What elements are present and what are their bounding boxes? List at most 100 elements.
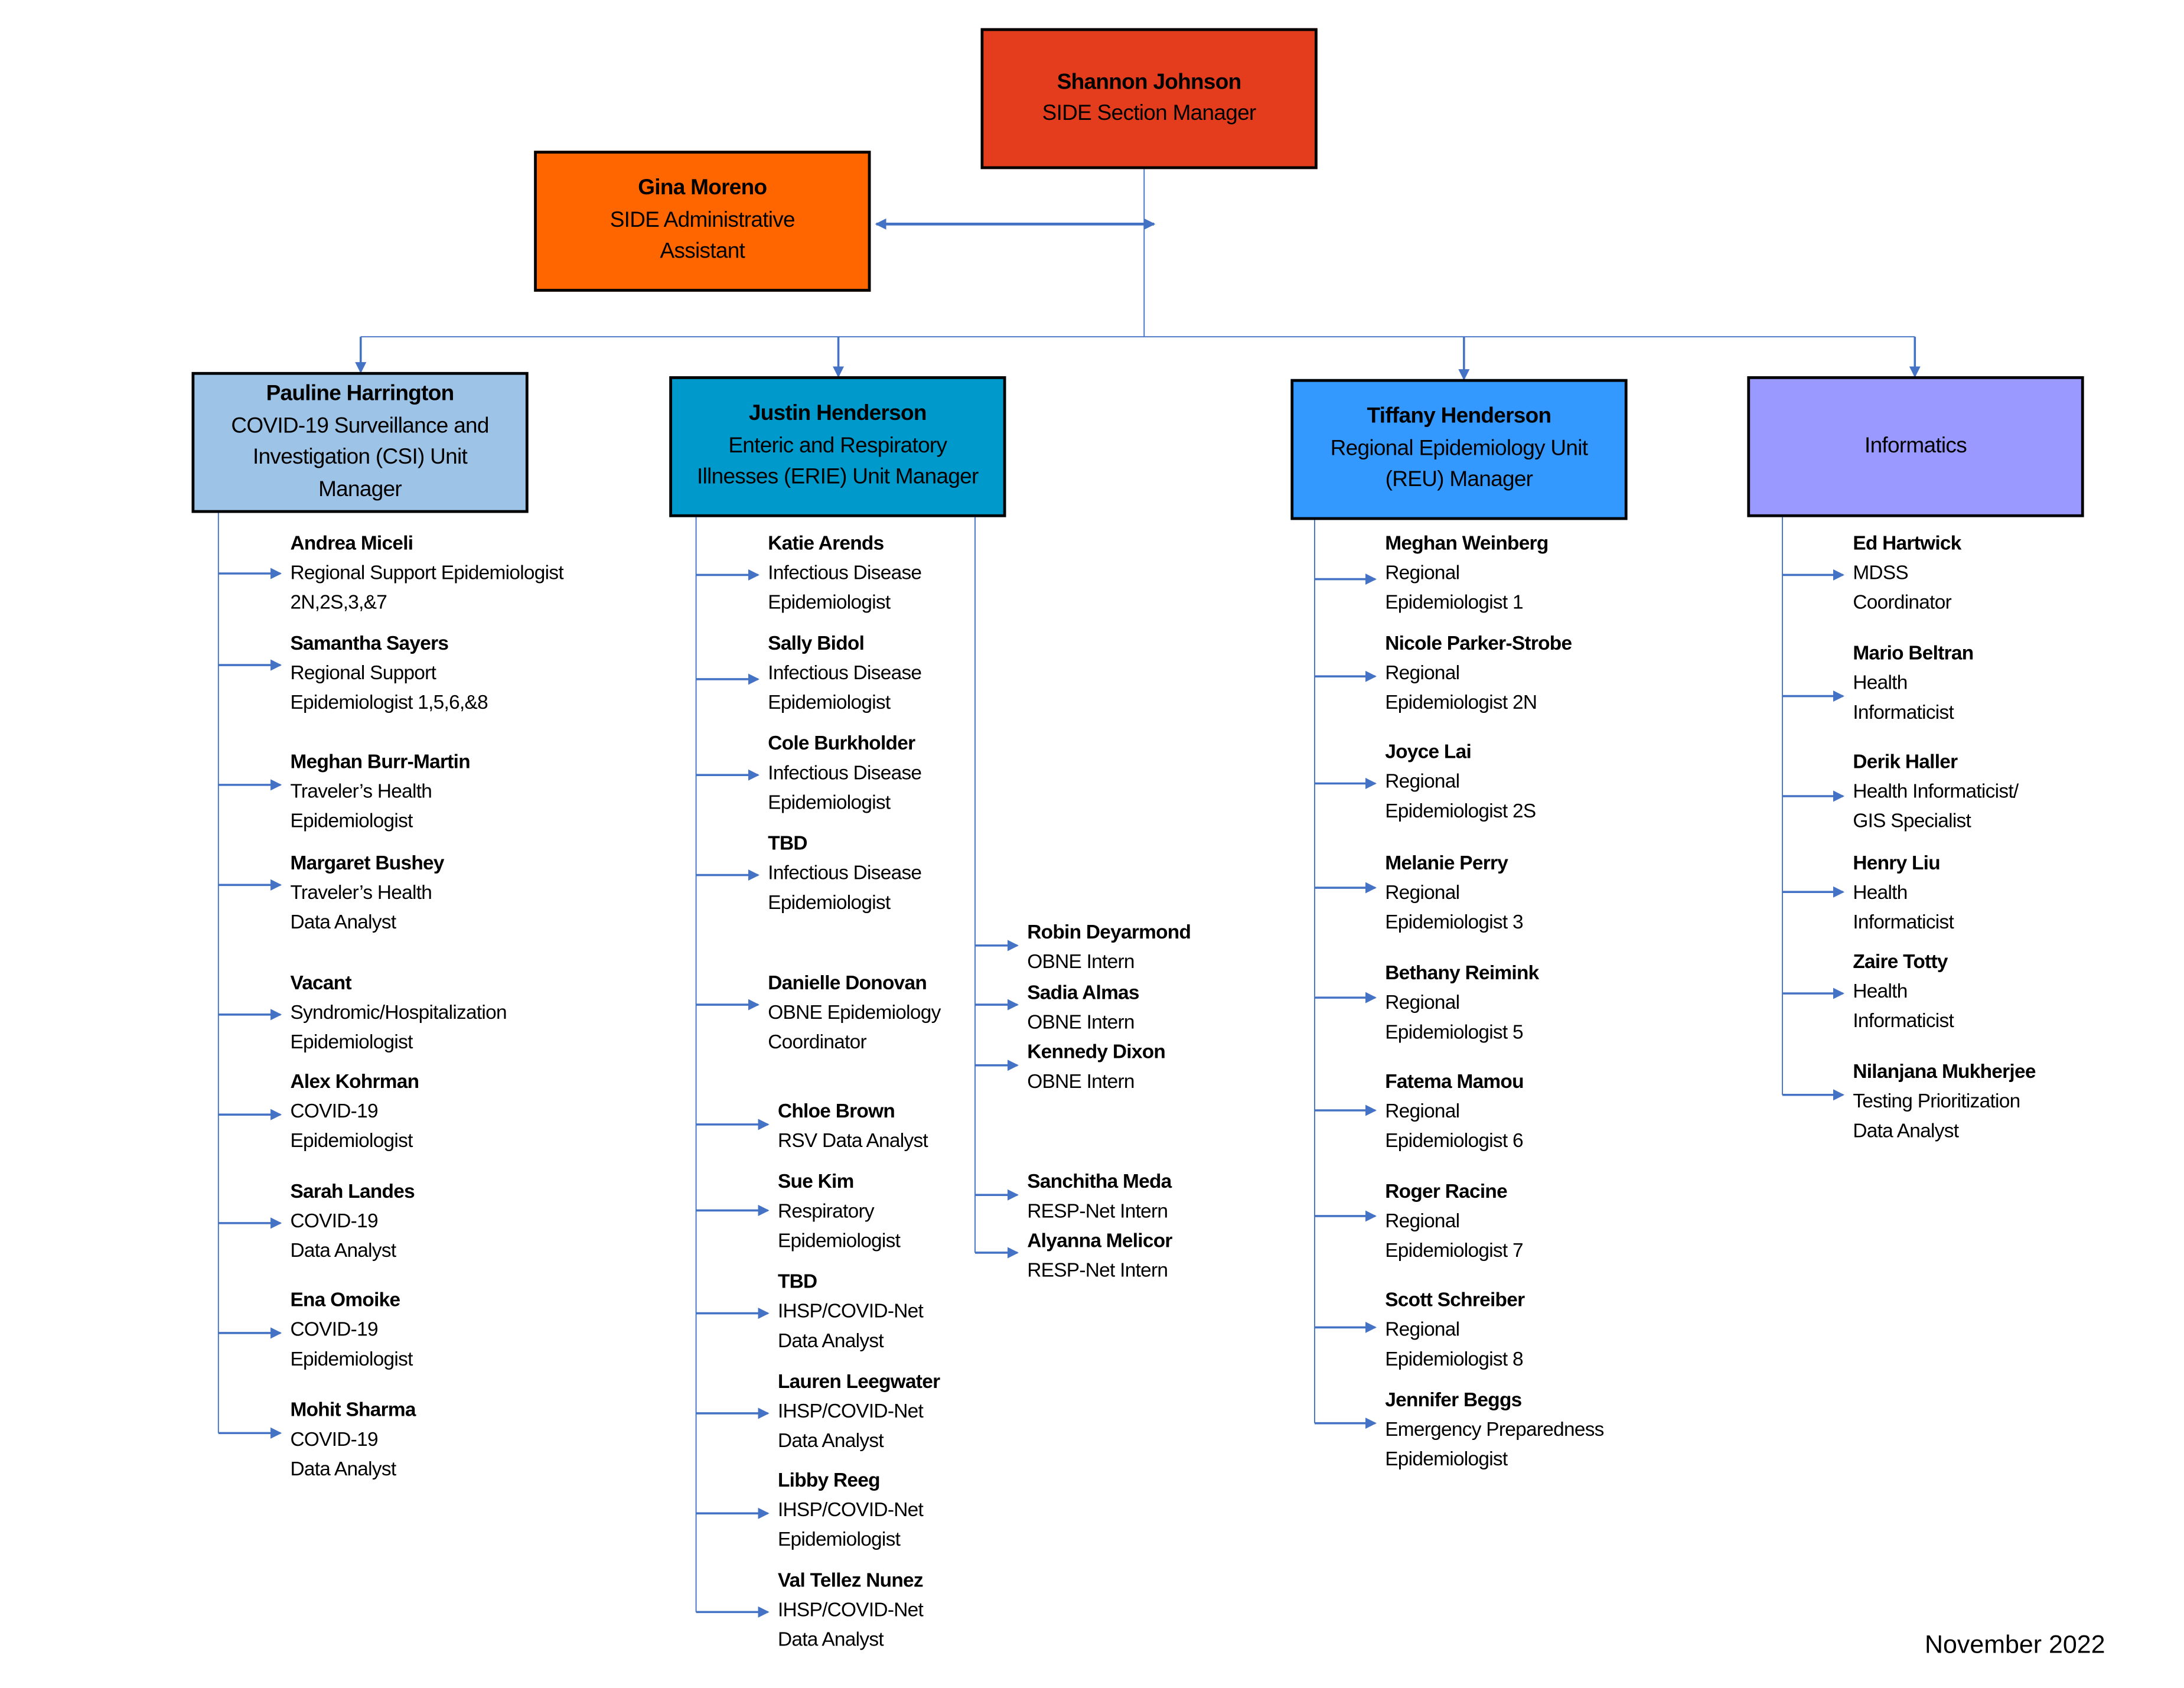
staff-title-line: Epidemiologist 7	[1385, 1239, 1523, 1262]
staff-title-line: Respiratory	[777, 1199, 875, 1222]
staff-title-line: Traveler’s Health	[290, 881, 432, 904]
staff-title-line: Informaticist	[1853, 700, 1954, 723]
staff-title-line: RESP-Net Intern	[1027, 1258, 1168, 1281]
staff-title-line: IHSP/COVID-Net	[777, 1299, 924, 1322]
staff-member: Alex Kohrman COVID-19 Epidemiologist	[290, 1067, 419, 1155]
staff-name: Sadia Almas	[1027, 980, 1139, 1003]
staff-member: Roger Racine Regional Epidemiologist 7	[1385, 1177, 1523, 1265]
staff-title-line: Regional	[1385, 561, 1460, 584]
staff-name: Sue Kim	[777, 1169, 854, 1192]
staff-title-line: Regional	[1385, 660, 1460, 684]
unit-title-line: COVID-19 Surveillance and	[231, 413, 489, 438]
staff-title-line: Emergency Preparedness	[1385, 1417, 1604, 1441]
staff-name: Cole Burkholder	[768, 731, 915, 754]
unit-manager-box: Pauline Harrington COVID-19 Surveillance …	[191, 372, 529, 513]
staff-title-line: Data Analyst	[777, 1429, 884, 1452]
assistant-name: Gina Moreno	[638, 176, 767, 201]
staff-title-line: MDSS	[1853, 561, 1908, 584]
manager-title: SIDE Section Manager	[1042, 101, 1257, 126]
staff-name: Sarah Landes	[290, 1179, 415, 1203]
staff-title-line: Epidemiologist	[290, 809, 413, 832]
staff-title-line: Data Analyst	[290, 1456, 396, 1480]
staff-name: Melanie Perry	[1385, 851, 1508, 874]
staff-title-line: Epidemiologist	[768, 890, 891, 913]
assistant-title-line: Assistant	[660, 240, 745, 264]
staff-name: Ed Hartwick	[1853, 531, 1961, 554]
staff-title-line: Epidemiologist 5	[1385, 1020, 1523, 1043]
staff-member: Fatema Mamou Regional Epidemiologist 6	[1385, 1067, 1524, 1155]
staff-title-line: Infectious Disease	[768, 561, 922, 584]
staff-member: Cole Burkholder Infectious Disease Epidemi…	[768, 728, 922, 817]
staff-title-line: IHSP/COVID-Net	[777, 1598, 924, 1621]
staff-member: Vacant Syndromic/Hospitalization Epidemiol…	[290, 968, 507, 1057]
staff-title-line: Data Analyst	[777, 1627, 884, 1650]
staff-title-line: IHSP/COVID-Net	[777, 1498, 924, 1521]
staff-member: Kennedy Dixon OBNE Intern	[1027, 1037, 1166, 1096]
assistant-title-line: SIDE Administrative	[609, 208, 796, 233]
staff-member: Melanie Perry Regional Epidemiologist 3	[1385, 848, 1523, 937]
staff-member: Val Tellez Nunez IHSP/COVID-Net Data Analy…	[777, 1566, 924, 1654]
staff-title-line: Epidemiologist	[768, 790, 891, 813]
staff-name: Kennedy Dixon	[1027, 1039, 1166, 1063]
staff-title-line: OBNE Intern	[1027, 1069, 1135, 1092]
staff-title-line: Regional	[1385, 1099, 1460, 1122]
staff-title-line: OBNE Epidemiology	[768, 1000, 941, 1024]
staff-title-line: COVID-19	[290, 1209, 378, 1232]
staff-name: Val Tellez Nunez	[777, 1568, 924, 1591]
staff-name: Andrea Miceli	[290, 531, 413, 554]
staff-name: Meghan Burr-Martin	[290, 750, 470, 773]
staff-title-line: Health Informaticist/	[1853, 779, 2019, 802]
staff-member: Margaret Bushey Traveler’s Health Data Ana…	[290, 848, 444, 937]
staff-name: Zaire Totty	[1853, 950, 1948, 973]
staff-title-line: RSV Data Analyst	[777, 1129, 928, 1152]
staff-name: Danielle Donovan	[768, 970, 927, 993]
staff-name: Samantha Sayers	[290, 631, 449, 654]
staff-name: TBD	[768, 831, 807, 854]
staff-name: Fatema Mamou	[1385, 1069, 1524, 1092]
staff-title-line: Epidemiologist	[777, 1228, 901, 1252]
staff-name: Joyce Lai	[1385, 739, 1472, 762]
staff-name: TBD	[777, 1269, 817, 1292]
staff-title-line: Health	[1853, 670, 1908, 693]
section-manager-box: Shannon Johnson SIDE Section Manager	[980, 28, 1318, 170]
staff-name: Katie Arends	[768, 531, 884, 554]
staff-title-line: Regional Support Epidemiologist	[290, 561, 563, 584]
staff-member: Mario Beltran Health Informaticist	[1853, 638, 1974, 727]
unit-manager-box: Informatics	[1747, 376, 2084, 517]
staff-member: Joyce Lai Regional Epidemiologist 2S	[1385, 737, 1536, 826]
staff-title-line: Epidemiologist 8	[1385, 1347, 1523, 1370]
staff-name: Ena Omoike	[290, 1288, 400, 1311]
staff-member: Lauren Leegwater IHSP/COVID-Net Data Analy…	[778, 1367, 940, 1455]
staff-member: Ena Omoike COVID-19 Epidemiologist	[290, 1285, 413, 1374]
staff-title-line: Syndromic/Hospitalization	[290, 1000, 507, 1024]
staff-title-line: Epidemiologist	[777, 1527, 901, 1550]
staff-title-line: Coordinator	[768, 1030, 866, 1053]
staff-title-line: Regional Support	[290, 660, 436, 684]
staff-title-line: Epidemiologist 6	[1385, 1129, 1523, 1152]
staff-title-line: Epidemiologist 1	[1385, 590, 1523, 613]
org-chart: Shannon Johnson SIDE Section Manager Gin…	[0, 0, 2184, 1688]
staff-title-line: Informaticist	[1853, 910, 1954, 933]
staff-member: Nicole Parker-Strobe Regional Epidemiologi…	[1385, 628, 1572, 717]
staff-name: Alyanna Melicor	[1027, 1228, 1172, 1252]
unit-title-line: Informatics	[1864, 434, 1967, 458]
staff-member: Nilanjana Mukherjee Testing Prioritizatio…	[1853, 1057, 2036, 1145]
staff-member: Meghan Burr-Martin Traveler’s Health Epide…	[290, 747, 470, 835]
staff-name: Sally Bidol	[768, 631, 865, 654]
staff-name: Roger Racine	[1385, 1179, 1507, 1203]
staff-title-line: Regional	[1385, 1209, 1460, 1232]
unit-manager-name: Pauline Harrington	[266, 382, 455, 406]
staff-title-line: Regional	[1385, 881, 1460, 904]
administrative-assistant-box: Gina Moreno SIDE Administrative Assistan…	[534, 151, 871, 292]
staff-title-line: Epidemiologist	[290, 1347, 413, 1370]
unit-manager-name: Justin Henderson	[748, 402, 927, 426]
staff-member: Robin Deyarmond OBNE Intern	[1027, 917, 1191, 976]
staff-member: Alyanna Melicor RESP-Net Intern	[1027, 1226, 1172, 1285]
staff-member: Zaire Totty Health Informaticist	[1853, 947, 1954, 1035]
staff-name: Vacant	[290, 970, 351, 993]
staff-member: Bethany Reimink Regional Epidemiologist 5	[1385, 958, 1539, 1047]
staff-member: Chloe Brown RSV Data Analyst	[778, 1096, 928, 1155]
staff-member: Danielle Donovan OBNE Epidemiology Coordin…	[768, 968, 941, 1057]
staff-member: Mohit Sharma COVID-19 Data Analyst	[290, 1395, 416, 1484]
unit-manager-box: Tiffany Henderson Regional Epidemiology U…	[1290, 379, 1628, 520]
